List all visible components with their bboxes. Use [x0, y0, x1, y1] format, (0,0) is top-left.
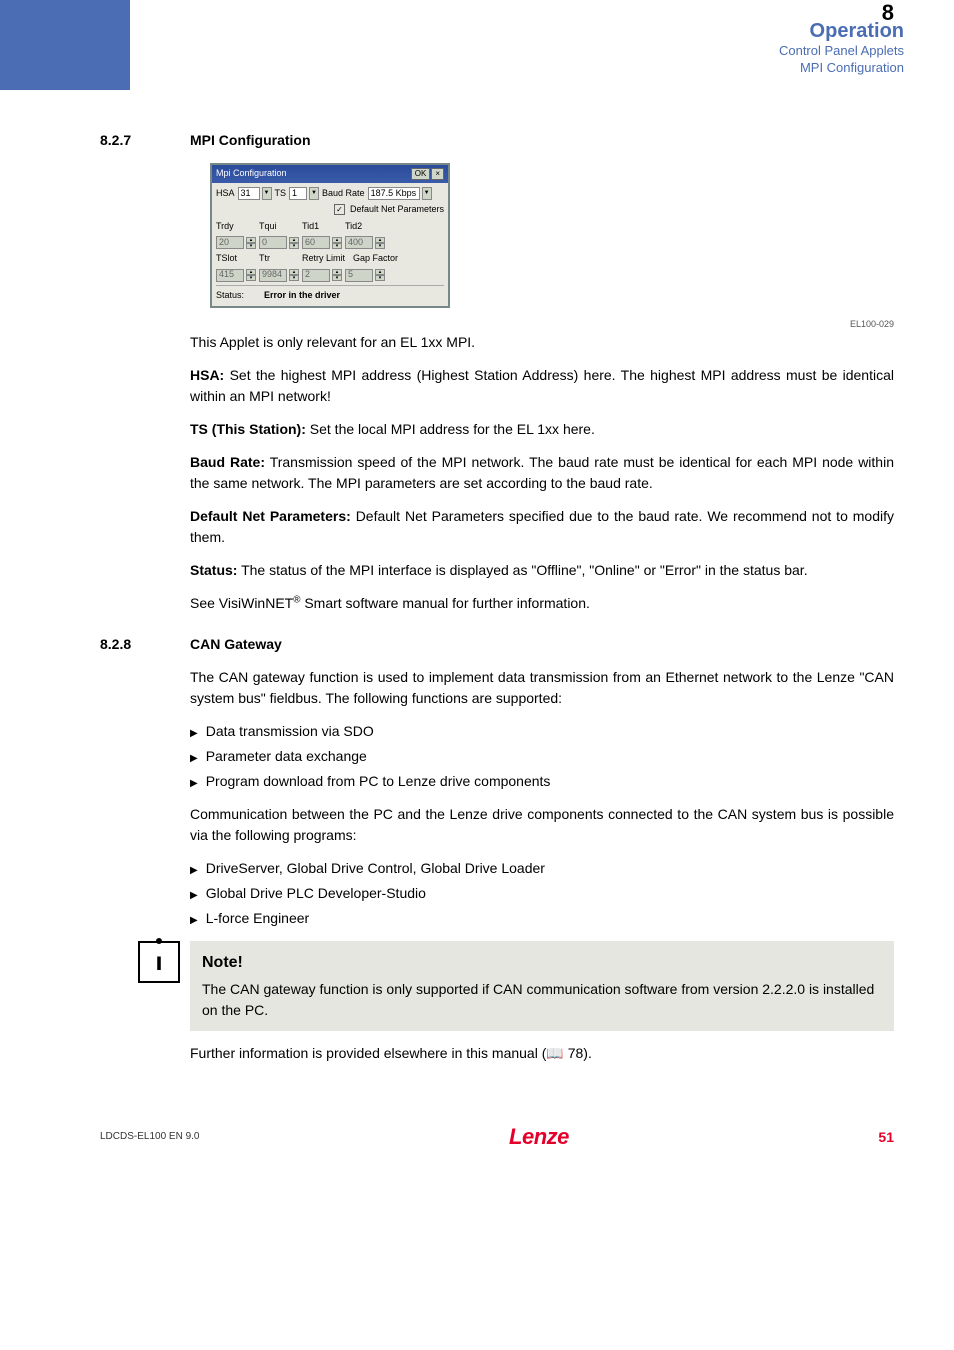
- para-applet-relevant: This Applet is only relevant for an EL 1…: [190, 332, 894, 353]
- para-status: Status: The status of the MPI interface …: [190, 560, 894, 581]
- tqui-field: 0: [259, 236, 287, 249]
- header-text-block: Operation Control Panel Applets MPI Conf…: [779, 20, 904, 77]
- spin-icon[interactable]: ▴▾: [375, 269, 385, 281]
- can-programs-list: DriveServer, Global Drive Control, Globa…: [190, 858, 894, 929]
- retry-label: Retry Limit: [302, 252, 350, 266]
- retry-field: 2: [302, 269, 330, 282]
- hsa-run-label: HSA:: [190, 367, 224, 383]
- ts-label: TS: [275, 187, 287, 201]
- spin-icon[interactable]: ▴▾: [332, 269, 342, 281]
- hsa-text: Set the highest MPI address (Highest Sta…: [190, 367, 894, 404]
- ttr-label: Ttr: [259, 252, 299, 266]
- ok-button[interactable]: OK: [411, 168, 431, 180]
- list-item: Global Drive PLC Developer-Studio: [190, 883, 894, 904]
- section-title: CAN Gateway: [190, 634, 282, 655]
- default-params-label: Default Net Parameters: [350, 203, 444, 217]
- section-827-heading: 8.2.7 MPI Configuration: [100, 130, 894, 151]
- ts-dropdown-icon[interactable]: ▼: [309, 187, 319, 200]
- info-icon: ı: [138, 941, 180, 983]
- tqui-label: Tqui: [259, 220, 299, 234]
- hsa-label: HSA: [216, 187, 235, 201]
- para-see: See VisiWinNET® Smart software manual fo…: [190, 593, 894, 614]
- tslot-field: 415: [216, 269, 244, 282]
- tid2-field: 400: [345, 236, 373, 249]
- default-params-checkbox[interactable]: ✓: [334, 204, 345, 215]
- para-hsa: HSA: Set the highest MPI address (Highes…: [190, 365, 894, 407]
- header-title: Operation: [779, 20, 904, 43]
- close-button[interactable]: ×: [431, 168, 444, 180]
- section-number: 8.2.7: [100, 130, 190, 151]
- see-pre: See VisiWinNET: [190, 595, 293, 611]
- spin-icon[interactable]: ▴▾: [246, 269, 256, 281]
- baud-text: Transmission speed of the MPI network. T…: [190, 454, 894, 491]
- dialog-title: Mpi Configuration: [216, 167, 287, 181]
- def-run-label: Default Net Parameters:: [190, 508, 351, 524]
- tid1-field: 60: [302, 236, 330, 249]
- header-white-area: 8 Operation Control Panel Applets MPI Co…: [130, 0, 954, 90]
- header-sub2: MPI Configuration: [779, 60, 904, 77]
- mpi-configuration-dialog: Mpi Configuration OK × HSA 31 ▼ TS 1 ▼ B…: [210, 163, 450, 308]
- spin-icon[interactable]: ▴▾: [375, 237, 385, 249]
- list-item: Parameter data exchange: [190, 746, 894, 767]
- list-item: DriveServer, Global Drive Control, Globa…: [190, 858, 894, 879]
- trdy-label: Trdy: [216, 220, 256, 234]
- list-item: Program download from PC to Lenze drive …: [190, 771, 894, 792]
- can-functions-list: Data transmission via SDO Parameter data…: [190, 721, 894, 792]
- gap-field: 5: [345, 269, 373, 282]
- section-828-heading: 8.2.8 CAN Gateway: [100, 634, 894, 655]
- page-footer: LDCDS-EL100 EN 9.0 Lenze 51: [100, 1124, 894, 1150]
- baud-dropdown-icon[interactable]: ▼: [422, 187, 432, 200]
- spin-icon[interactable]: ▴▾: [289, 237, 299, 249]
- baud-run-label: Baud Rate:: [190, 454, 265, 470]
- section-title: MPI Configuration: [190, 130, 311, 151]
- baud-field[interactable]: 187.5 Kbps: [368, 187, 420, 200]
- tid2-label: Tid2: [345, 220, 385, 234]
- ts-run-label: TS (This Station):: [190, 421, 306, 437]
- figure-code: EL100-029: [100, 318, 894, 332]
- status-value: Error in the driver: [264, 289, 340, 303]
- status-label: Status:: [216, 289, 264, 303]
- note-title: Note!: [202, 951, 882, 975]
- spin-icon[interactable]: ▴▾: [246, 237, 256, 249]
- footer-page-number: 51: [878, 1129, 894, 1145]
- dialog-body: HSA 31 ▼ TS 1 ▼ Baud Rate 187.5 Kbps ▼ ✓…: [212, 183, 448, 307]
- further-info: Further information is provided elsewher…: [190, 1043, 894, 1064]
- ttr-field: 9984: [259, 269, 287, 282]
- para-default: Default Net Parameters: Default Net Para…: [190, 506, 894, 548]
- ts-field[interactable]: 1: [289, 187, 307, 200]
- status-run-label: Status:: [190, 562, 237, 578]
- mpi-dialog-figure: Mpi Configuration OK × HSA 31 ▼ TS 1 ▼ B…: [210, 163, 894, 308]
- page-content: 8.2.7 MPI Configuration Mpi Configuratio…: [100, 130, 894, 1064]
- tslot-label: TSlot: [216, 252, 256, 266]
- list-item: L-force Engineer: [190, 908, 894, 929]
- dialog-titlebar: Mpi Configuration OK ×: [212, 165, 448, 183]
- can-programs-intro: Communication between the PC and the Len…: [190, 804, 894, 846]
- list-item: Data transmission via SDO: [190, 721, 894, 742]
- note-text: The CAN gateway function is only support…: [202, 979, 882, 1021]
- para-ts: TS (This Station): Set the local MPI add…: [190, 419, 894, 440]
- ts-text: Set the local MPI address for the EL 1xx…: [306, 421, 595, 437]
- gap-label: Gap Factor: [353, 252, 401, 266]
- trdy-field: 20: [216, 236, 244, 249]
- para-baud: Baud Rate: Transmission speed of the MPI…: [190, 452, 894, 494]
- tid1-label: Tid1: [302, 220, 342, 234]
- footer-doc-id: LDCDS-EL100 EN 9.0: [100, 1131, 200, 1142]
- spin-icon[interactable]: ▴▾: [332, 237, 342, 249]
- section-number: 8.2.8: [100, 634, 190, 655]
- hsa-field[interactable]: 31: [238, 187, 260, 200]
- spin-icon[interactable]: ▴▾: [289, 269, 299, 281]
- status-text: The status of the MPI interface is displ…: [237, 562, 807, 578]
- baud-label: Baud Rate: [322, 187, 365, 201]
- footer-logo: Lenze: [509, 1124, 569, 1150]
- header-sub1: Control Panel Applets: [779, 43, 904, 60]
- page-header: 8 Operation Control Panel Applets MPI Co…: [0, 0, 954, 90]
- see-post: Smart software manual for further inform…: [300, 595, 589, 611]
- can-intro: The CAN gateway function is used to impl…: [190, 667, 894, 709]
- note-box: ı Note! The CAN gateway function is only…: [190, 941, 894, 1031]
- hsa-dropdown-icon[interactable]: ▼: [262, 187, 272, 200]
